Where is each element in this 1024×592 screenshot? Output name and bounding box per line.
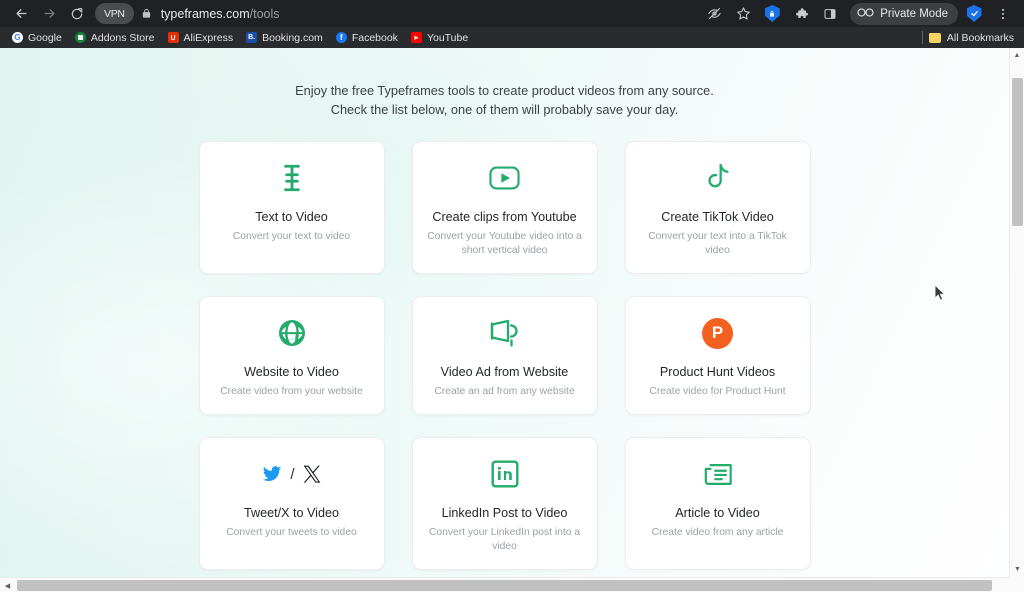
browser-chrome: VPN typeframes.com/tools Private Mode G …	[0, 0, 1024, 48]
extensions-puzzle-icon[interactable]	[788, 2, 814, 26]
intro-text: Enjoy the free Typeframes tools to creat…	[0, 48, 1009, 119]
bookmarks-bar: G Google Addons Store ∪ AliExpress B. Bo…	[0, 27, 1024, 48]
card-title: Website to Video	[244, 365, 339, 379]
tool-card-tiktok[interactable]: Create TikTok Video Convert your text in…	[624, 141, 811, 274]
card-title: Create TikTok Video	[661, 210, 774, 224]
tool-card-youtube-clips[interactable]: Create clips from Youtube Convert your Y…	[411, 141, 598, 274]
mask-icon	[857, 7, 874, 21]
bookmark-youtube[interactable]: ▶ YouTube	[405, 28, 474, 47]
private-mode-label: Private Mode	[880, 7, 948, 20]
card-title: Tweet/X to Video	[244, 506, 339, 520]
profile-verified-icon[interactable]	[961, 2, 987, 26]
youtube-favicon: ▶	[410, 32, 422, 43]
horizontal-scrollbar-thumb[interactable]	[17, 580, 992, 591]
text-cursor-icon	[279, 159, 305, 197]
tool-card-text-to-video[interactable]: Text to Video Convert your text to video	[198, 141, 385, 274]
card-title: Text to Video	[255, 210, 328, 224]
product-hunt-icon: P	[702, 314, 733, 352]
password-manager-icon[interactable]	[759, 2, 785, 26]
bookmark-label: AliExpress	[183, 31, 234, 44]
card-title: LinkedIn Post to Video	[441, 506, 568, 520]
tool-card-website-to-video[interactable]: Website to Video Create video from your …	[198, 296, 385, 415]
card-subtitle: Convert your Youtube video into a short …	[427, 231, 582, 256]
youtube-play-icon	[489, 159, 520, 197]
bookmark-facebook[interactable]: f Facebook	[330, 28, 404, 47]
all-bookmarks-group[interactable]: All Bookmarks	[921, 31, 1018, 44]
address-bar[interactable]: typeframes.com/tools	[161, 7, 700, 21]
tools-grid: Text to Video Convert your text to video…	[198, 141, 811, 578]
bookmark-label: Addons Store	[90, 31, 155, 44]
scroll-down-arrow-icon[interactable]: ▼	[1010, 562, 1024, 577]
bookmark-label: YouTube	[426, 31, 469, 44]
tool-card-product-hunt[interactable]: P Product Hunt Videos Create video for P…	[624, 296, 811, 415]
scrollbar-corner	[1009, 577, 1024, 592]
eye-off-icon[interactable]	[701, 2, 727, 26]
bookmark-label: Google	[28, 31, 62, 44]
private-mode-button[interactable]: Private Mode	[850, 2, 958, 25]
scroll-up-arrow-icon[interactable]: ▲	[1010, 48, 1024, 63]
tool-card-linkedin[interactable]: LinkedIn Post to Video Convert your Link…	[411, 437, 598, 570]
booking-favicon: B.	[246, 32, 258, 43]
globe-icon	[277, 314, 307, 352]
twitter-x-icon: /	[261, 455, 321, 493]
slash-separator: /	[290, 465, 295, 483]
bookmark-label: Facebook	[351, 31, 398, 44]
divider	[921, 31, 923, 44]
reload-icon[interactable]	[64, 3, 90, 25]
bookmark-star-icon[interactable]	[730, 2, 756, 26]
card-title: Article to Video	[675, 506, 760, 520]
facebook-favicon: f	[335, 32, 347, 43]
url-path: /tools	[249, 6, 280, 21]
tiktok-icon	[704, 159, 732, 197]
bookmark-booking[interactable]: B. Booking.com	[240, 28, 329, 47]
newspaper-icon	[703, 455, 733, 493]
megaphone-icon	[489, 314, 521, 352]
card-title: Create clips from Youtube	[432, 210, 577, 224]
page-viewport: Enjoy the free Typeframes tools to creat…	[0, 48, 1024, 592]
url-domain: typeframes.com	[160, 6, 250, 21]
bookmark-aliexpress[interactable]: ∪ AliExpress	[162, 28, 240, 47]
tool-card-tweet-x[interactable]: / Tweet/X to Video Convert your tweets t…	[198, 437, 385, 570]
vpn-badge[interactable]: VPN	[95, 3, 134, 24]
linkedin-icon	[491, 455, 519, 493]
intro-line-2: Check the list below, one of them will p…	[330, 102, 679, 117]
bookmark-google[interactable]: G Google	[6, 28, 68, 47]
scroll-left-arrow-icon[interactable]: ◀	[0, 578, 15, 592]
bookmark-label: Booking.com	[262, 31, 323, 44]
tool-card-article[interactable]: Article to Video Create video from any a…	[624, 437, 811, 570]
card-title: Video Ad from Website	[440, 365, 569, 379]
card-subtitle: Create video from any article	[651, 527, 784, 538]
all-bookmarks-label: All Bookmarks	[946, 31, 1014, 44]
card-title: Product Hunt Videos	[659, 365, 776, 379]
bookmark-addons-store[interactable]: Addons Store	[69, 28, 161, 47]
card-subtitle: Convert your text into a TikTok video	[648, 231, 787, 256]
three-dot-menu-icon[interactable]	[990, 2, 1016, 26]
card-subtitle: Create video from your website	[220, 386, 363, 397]
card-subtitle: Convert your LinkedIn post into a video	[428, 527, 581, 552]
card-subtitle: Convert your tweets to video	[226, 527, 357, 538]
google-favicon: G	[12, 32, 23, 43]
card-subtitle: Create video for Product Hunt	[649, 386, 786, 397]
intro-line-1: Enjoy the free Typeframes tools to creat…	[295, 83, 714, 98]
lock-icon	[141, 8, 152, 19]
page-content: Enjoy the free Typeframes tools to creat…	[0, 48, 1009, 578]
addons-store-favicon	[74, 32, 86, 43]
browser-toolbar: VPN typeframes.com/tools Private Mode	[0, 0, 1024, 27]
card-subtitle: Convert your text to video	[232, 231, 351, 242]
toolbar-right-group: Private Mode	[701, 2, 1016, 26]
horizontal-scrollbar[interactable]: ◀	[0, 577, 1009, 592]
aliexpress-favicon: ∪	[167, 32, 179, 43]
forward-arrow-icon[interactable]	[36, 3, 62, 25]
vertical-scrollbar-thumb[interactable]	[1012, 78, 1023, 226]
back-arrow-icon[interactable]	[8, 3, 34, 25]
side-panel-icon[interactable]	[817, 2, 843, 26]
card-subtitle: Create an ad from any website	[434, 386, 575, 397]
vertical-scrollbar[interactable]: ▲ ▼	[1009, 48, 1024, 592]
folder-icon	[928, 32, 941, 43]
tool-card-video-ad[interactable]: Video Ad from Website Create an ad from …	[411, 296, 598, 415]
